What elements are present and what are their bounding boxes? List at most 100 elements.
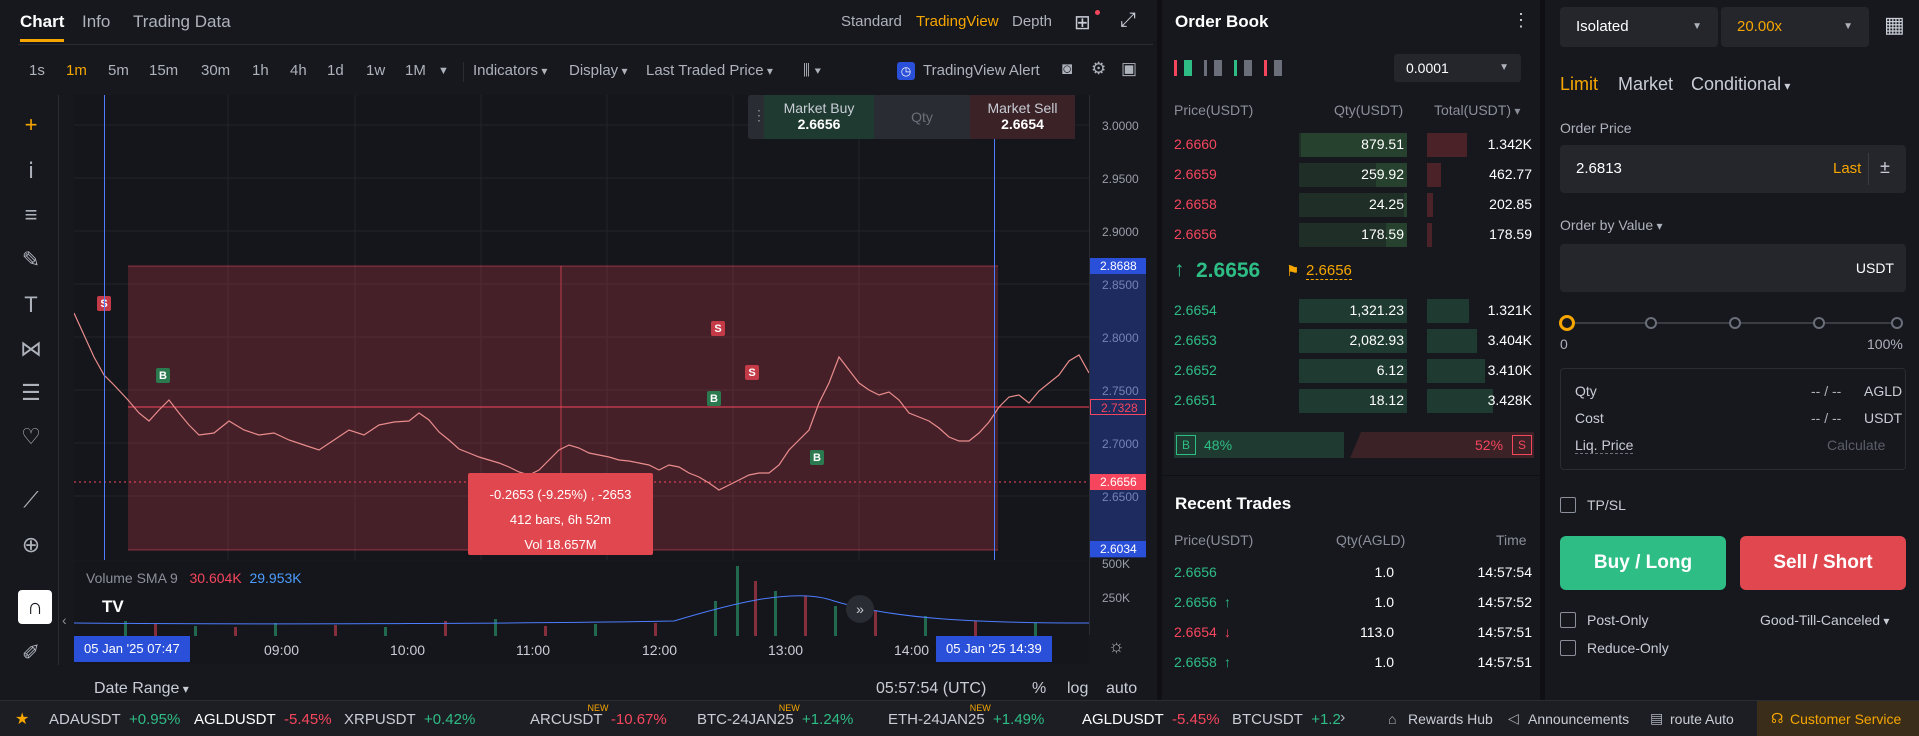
range-start-line[interactable] bbox=[104, 95, 105, 560]
time-axis[interactable]: 05 Jan '25 07:47 09:00 10:00 11:00 12:00… bbox=[74, 636, 1089, 664]
mark-price[interactable]: 2.6656 bbox=[1306, 262, 1352, 280]
timeframe-1d[interactable]: 1d bbox=[327, 62, 344, 79]
view-standard[interactable]: Standard bbox=[841, 13, 902, 30]
ticker-item[interactable]: ADAUSDT +0.95% bbox=[49, 711, 180, 728]
precision-select[interactable]: 0.0001 ▼ bbox=[1394, 54, 1521, 82]
snapshot-icon[interactable]: ▣ bbox=[1121, 59, 1137, 79]
ticker-item[interactable]: ARCUSDT NEW -10.67% bbox=[530, 703, 667, 728]
tab-limit[interactable]: Limit bbox=[1560, 74, 1598, 95]
camera-icon[interactable]: ◙ bbox=[1062, 59, 1072, 79]
favorite-star-icon[interactable]: ★ bbox=[15, 709, 29, 729]
fullscreen-icon[interactable]: ⤢ bbox=[1120, 9, 1136, 32]
tradingview-alert-button[interactable]: TradingView Alert bbox=[923, 62, 1040, 79]
bid-row[interactable]: 2.6654 1,321.23 1.321K bbox=[1174, 296, 1534, 324]
timeframe-more-icon[interactable]: ▼ bbox=[438, 65, 449, 77]
timeframe-1w[interactable]: 1w bbox=[366, 62, 385, 79]
margin-mode-select[interactable]: Isolated ▼ bbox=[1560, 7, 1718, 47]
fib-icon[interactable]: ☰ bbox=[16, 378, 46, 408]
book-view-grid-icon[interactable] bbox=[1204, 60, 1222, 76]
price-axis[interactable]: 3.0000 2.9500 2.9000 2.8500 2.8000 2.750… bbox=[1089, 95, 1157, 635]
tab-conditional[interactable]: Conditional bbox=[1691, 74, 1790, 95]
ticker-next-icon[interactable]: › bbox=[1340, 709, 1345, 727]
order-price-input[interactable]: 2.6813 bbox=[1576, 160, 1622, 177]
ticker-item[interactable]: AGLDUSDT -5.45% bbox=[194, 711, 332, 728]
customer-service-button[interactable]: ☊ Customer Service bbox=[1757, 701, 1919, 736]
axis-settings-icon[interactable]: ☼ bbox=[1108, 636, 1125, 657]
indicators-menu[interactable]: Indicators bbox=[473, 62, 547, 79]
text-tool-icon[interactable]: T bbox=[16, 290, 46, 320]
reduce-only-checkbox[interactable] bbox=[1560, 640, 1576, 656]
date-range-menu[interactable]: Date Range bbox=[94, 680, 189, 698]
ticker-item[interactable]: AGLDUSDT -5.45% bbox=[1082, 711, 1220, 728]
tpsl-checkbox[interactable] bbox=[1560, 497, 1576, 513]
price-plot[interactable]: S B B S S B -0.2653 (-9.25%) , -2653 412… bbox=[74, 95, 1089, 560]
slider-step-dot[interactable] bbox=[1729, 317, 1741, 329]
market-buy-button[interactable]: Market Buy 2.6656 bbox=[764, 95, 874, 139]
timeframe-4h[interactable]: 4h bbox=[290, 62, 307, 79]
heart-icon[interactable]: ♡ bbox=[16, 422, 46, 452]
ask-row[interactable]: 2.6658 24.25 202.85 bbox=[1174, 190, 1534, 218]
timeframe-15m[interactable]: 15m bbox=[149, 62, 178, 79]
magnet-icon[interactable]: ∩ bbox=[18, 590, 52, 624]
timeframe-30m[interactable]: 30m bbox=[201, 62, 230, 79]
order-by-value-menu[interactable]: Order by Value bbox=[1560, 217, 1662, 233]
tab-chart[interactable]: Chart bbox=[20, 12, 65, 42]
book-view-bids-icon[interactable] bbox=[1234, 60, 1252, 76]
trend-line-icon[interactable]: ⅰ bbox=[16, 156, 46, 186]
tab-trading-data[interactable]: Trading Data bbox=[133, 12, 231, 32]
rewards-hub-link[interactable]: Rewards Hub bbox=[1408, 711, 1493, 727]
percent-scale-toggle[interactable]: % bbox=[1032, 680, 1046, 698]
quick-qty-input[interactable]: Qty bbox=[874, 95, 970, 139]
ask-row[interactable]: 2.6660 879.51 1.342K bbox=[1174, 130, 1534, 158]
ticker-item[interactable]: BTCUSDT +1.2 bbox=[1232, 711, 1341, 728]
plus-minus-icon[interactable]: ± bbox=[1880, 157, 1890, 178]
order-price-field[interactable]: 2.6813 Last ± bbox=[1560, 145, 1906, 193]
settings-gear-icon[interactable]: ⚙ bbox=[1091, 59, 1106, 79]
announcements-link[interactable]: Announcements bbox=[1528, 711, 1629, 727]
auto-scale-toggle[interactable]: auto bbox=[1106, 680, 1137, 698]
range-end-line[interactable] bbox=[994, 95, 995, 560]
tab-info[interactable]: Info bbox=[82, 12, 110, 32]
slider-step-dot[interactable] bbox=[1891, 317, 1903, 329]
ruler-icon[interactable]: ⟋ bbox=[16, 485, 46, 515]
book-view-asks-icon[interactable] bbox=[1264, 60, 1282, 76]
market-sell-button[interactable]: Market Sell 2.6654 bbox=[970, 95, 1075, 139]
sell-short-button[interactable]: Sell / Short bbox=[1740, 536, 1906, 590]
tab-market[interactable]: Market bbox=[1618, 74, 1673, 95]
horizontal-lines-icon[interactable]: ≡ bbox=[16, 200, 46, 230]
pencil-lock-icon[interactable]: ✐ bbox=[16, 638, 46, 668]
display-menu[interactable]: Display bbox=[569, 62, 628, 79]
timeframe-1h[interactable]: 1h bbox=[252, 62, 269, 79]
alert-clock-icon[interactable]: ◷ bbox=[897, 62, 915, 80]
scroll-right-icon[interactable]: » bbox=[846, 595, 874, 623]
last-price-button[interactable]: Last bbox=[1833, 160, 1861, 177]
post-only-checkbox[interactable] bbox=[1560, 612, 1576, 628]
bid-row[interactable]: 2.6653 2,082.93 3.404K bbox=[1174, 326, 1534, 354]
order-value-field[interactable]: USDT bbox=[1560, 244, 1906, 292]
book-view-both-icon[interactable] bbox=[1174, 60, 1192, 76]
slider-step-dot[interactable] bbox=[1559, 315, 1575, 331]
header-total[interactable]: Total(USDT) bbox=[1434, 102, 1520, 118]
timeframe-1m[interactable]: 1m bbox=[66, 62, 87, 79]
route-auto-link[interactable]: route Auto bbox=[1670, 711, 1734, 727]
view-tradingview[interactable]: TradingView bbox=[916, 13, 999, 30]
slider-step-dot[interactable] bbox=[1645, 317, 1657, 329]
zoom-icon[interactable]: ⊕ bbox=[16, 530, 46, 560]
bid-row[interactable]: 2.6652 6.12 3.410K bbox=[1174, 356, 1534, 384]
view-depth[interactable]: Depth bbox=[1012, 13, 1052, 30]
leverage-select[interactable]: 20.00x ▼ bbox=[1721, 7, 1869, 47]
time-in-force-select[interactable]: Good-Till-Canceled bbox=[1760, 612, 1889, 628]
ticker-item[interactable]: BTC-24JAN25 NEW +1.24% bbox=[697, 703, 853, 728]
price-type-menu[interactable]: Last Traded Price bbox=[646, 62, 773, 79]
more-options-icon[interactable]: ⋮ bbox=[1512, 10, 1530, 31]
ask-row[interactable]: 2.6659 259.92 462.77 bbox=[1174, 160, 1534, 188]
layout-grid-icon[interactable]: ⊞ bbox=[1074, 10, 1091, 35]
volume-pane[interactable]: Volume SMA 9 30.604K 29.953K TV » bbox=[74, 561, 1089, 636]
ticker-item[interactable]: XRPUSDT +0.42% bbox=[344, 711, 475, 728]
timeframe-1s[interactable]: 1s bbox=[29, 62, 45, 79]
timeframe-5m[interactable]: 5m bbox=[108, 62, 129, 79]
log-scale-toggle[interactable]: log bbox=[1067, 680, 1088, 698]
crosshair-icon[interactable]: + bbox=[16, 110, 46, 140]
brush-icon[interactable]: ✎ bbox=[16, 245, 46, 275]
ticker-item[interactable]: ETH-24JAN25 NEW +1.49% bbox=[888, 703, 1044, 728]
